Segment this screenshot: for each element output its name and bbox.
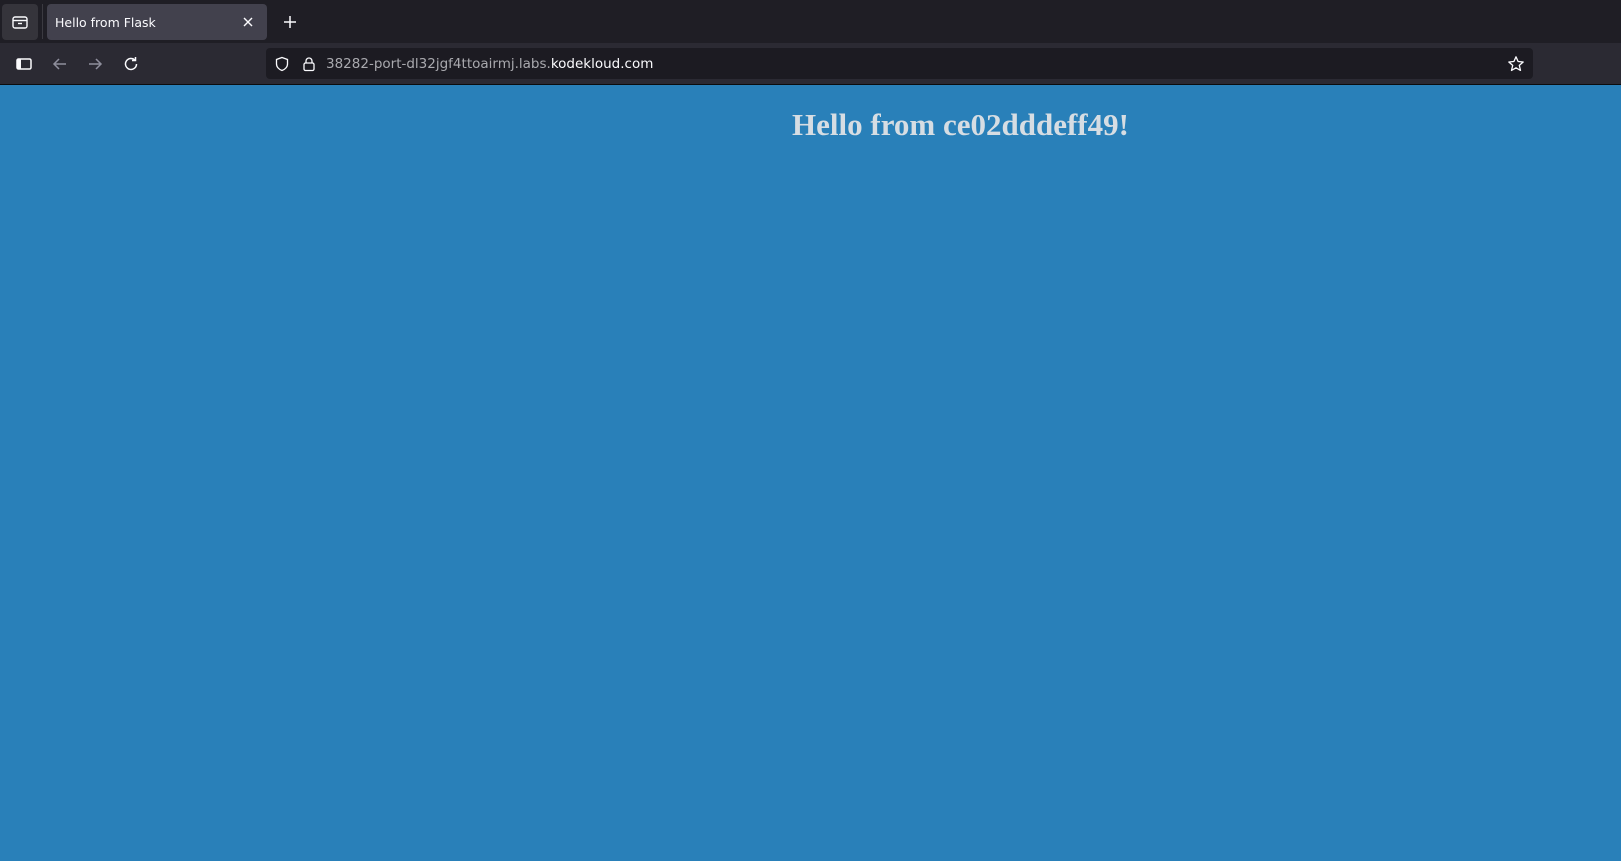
close-icon[interactable] bbox=[239, 13, 257, 31]
star-icon bbox=[1508, 56, 1524, 72]
sidebar-toggle-button[interactable] bbox=[10, 50, 38, 78]
navigation-bar: 38282-port-dl32jgf4ttoairmj.labs.kodeklo… bbox=[0, 43, 1621, 85]
url-text[interactable]: 38282-port-dl32jgf4ttoairmj.labs.kodeklo… bbox=[326, 56, 653, 72]
shield-icon[interactable] bbox=[273, 55, 291, 73]
tab-list-button[interactable] bbox=[2, 4, 38, 40]
tab-active[interactable]: Hello from Flask bbox=[47, 4, 267, 40]
tab-divider bbox=[42, 4, 43, 39]
back-button[interactable] bbox=[46, 50, 74, 78]
page-heading: Hello from ce02dddeff49! bbox=[792, 107, 1129, 142]
reload-button[interactable] bbox=[117, 50, 145, 78]
tab-title: Hello from Flask bbox=[55, 14, 156, 30]
reload-icon bbox=[124, 57, 138, 71]
url-domain: kodekloud.com bbox=[550, 55, 654, 72]
page-content: Hello from ce02dddeff49! bbox=[0, 85, 1621, 861]
url-bar[interactable]: 38282-port-dl32jgf4ttoairmj.labs.kodeklo… bbox=[266, 48, 1533, 79]
plus-icon bbox=[284, 16, 296, 28]
arrow-right-icon bbox=[89, 58, 103, 70]
browser-window: Hello from Flask 38282-port-dl32jgf4ttoa… bbox=[0, 0, 1621, 861]
lock-icon[interactable] bbox=[300, 55, 318, 73]
url-subdomain: 38282-port-dl32jgf4ttoairmj.labs. bbox=[326, 55, 551, 72]
new-tab-button[interactable] bbox=[276, 8, 304, 36]
arrow-left-icon bbox=[52, 58, 66, 70]
tab-list-icon bbox=[12, 16, 28, 29]
sidebar-icon bbox=[16, 58, 32, 70]
forward-button[interactable] bbox=[81, 50, 109, 78]
bookmark-button[interactable] bbox=[1506, 54, 1526, 74]
tab-strip: Hello from Flask bbox=[0, 0, 1621, 43]
